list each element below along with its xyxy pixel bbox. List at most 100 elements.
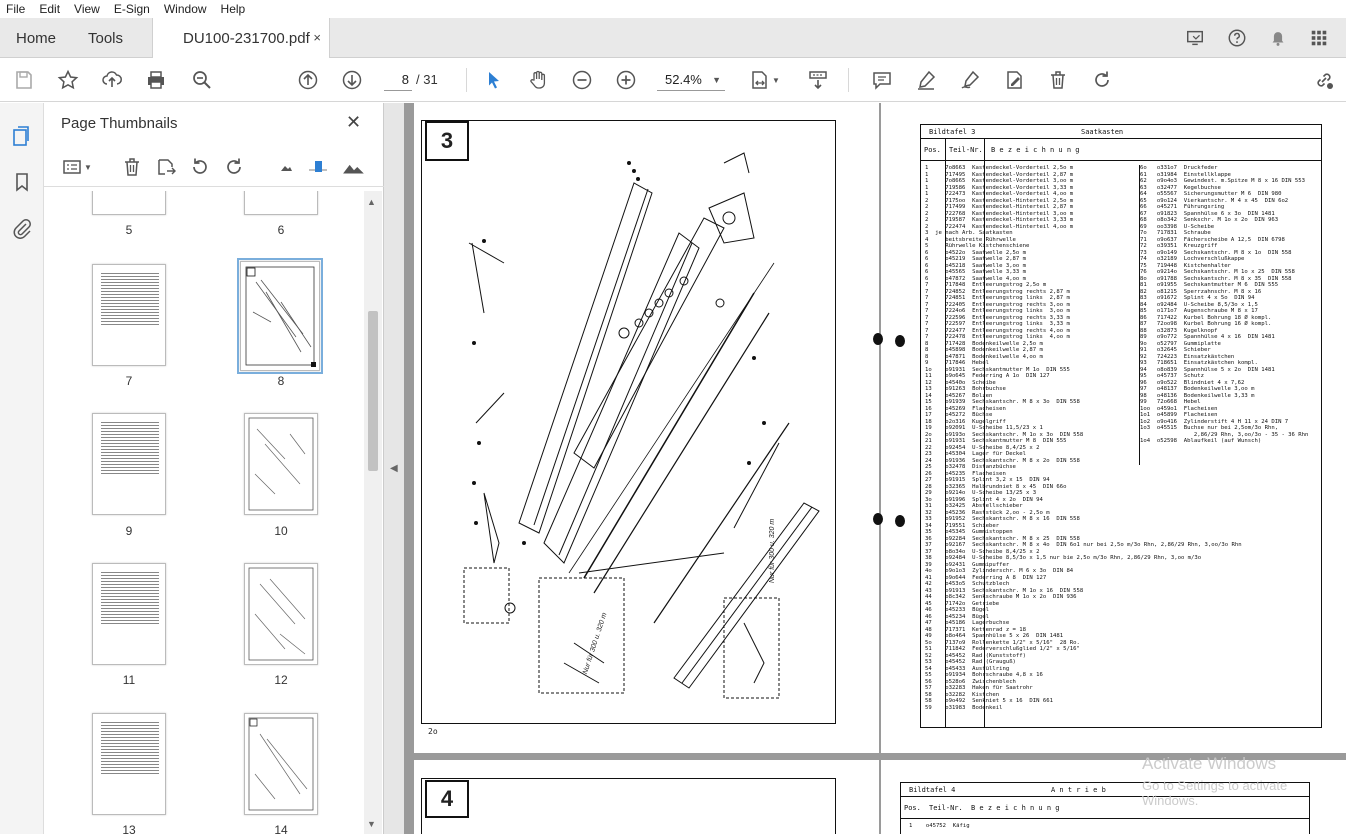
zoom-in-icon[interactable] — [614, 68, 638, 92]
share-link-icon[interactable] — [1312, 68, 1336, 92]
page-thumbnail[interactable] — [244, 191, 318, 215]
thumbnail-size-large-icon[interactable] — [342, 155, 366, 179]
punch-hole — [873, 333, 883, 345]
page-thumbnail[interactable] — [92, 264, 166, 366]
page-thumbnail[interactable] — [244, 713, 318, 815]
page-thumbnail-label: 9 — [125, 524, 133, 538]
rotate-clockwise-icon[interactable] — [222, 155, 246, 179]
attachment-icon[interactable] — [11, 217, 33, 239]
plate-title: A n t r i e b — [1051, 786, 1106, 794]
page-thumbnail-label: 14 — [274, 823, 288, 834]
col-pos: Pos. — [924, 146, 941, 154]
delete-icon[interactable] — [1046, 68, 1070, 92]
options-chevron-down-icon[interactable]: ▼ — [82, 155, 94, 179]
page-number-input[interactable]: 8 — [384, 69, 412, 91]
thumbnail-scrollbar[interactable]: ▲ ▼ — [364, 191, 382, 834]
collapse-panel-icon[interactable]: ◀ — [390, 463, 398, 474]
parts-table-column-header: Pos. Teil-Nr. B e z e i c h n u n g — [921, 139, 1321, 161]
star-icon[interactable] — [56, 68, 80, 92]
fit-page-icon[interactable] — [748, 68, 772, 92]
menu-file[interactable]: File — [6, 2, 25, 16]
page-thumbnail[interactable] — [92, 563, 166, 665]
plate-label: Bildtafel 3 — [929, 128, 976, 136]
navigation-rail — [0, 103, 44, 834]
scroll-mode-icon[interactable] — [806, 68, 830, 92]
drawing-side-note: Nur für 300 u. 320 m — [769, 518, 776, 583]
page-thumbnail[interactable] — [92, 413, 166, 515]
panel-title: Page Thumbnails — [61, 115, 178, 132]
page-thumbnail-label: 7 — [125, 374, 133, 388]
bookmark-icon[interactable] — [11, 171, 33, 193]
rotate-icon[interactable] — [1090, 68, 1114, 92]
print-icon[interactable] — [144, 68, 168, 92]
plate-title: Saatkasten — [1081, 128, 1124, 136]
scroll-down-icon[interactable]: ▼ — [367, 819, 376, 829]
zoom-out-icon[interactable] — [570, 68, 594, 92]
help-icon[interactable] — [1226, 27, 1248, 49]
scroll-up-icon[interactable]: ▲ — [367, 197, 376, 207]
windows-activation-watermark: Activate Windows — [1142, 754, 1277, 773]
scrollbar-thumb[interactable] — [368, 311, 378, 471]
menu-window[interactable]: Window — [164, 2, 207, 16]
pdf-page-next-left: 4 — [414, 760, 879, 834]
sign-icon[interactable] — [958, 68, 982, 92]
save-icon[interactable] — [12, 68, 36, 92]
pdf-page-left: 3 2o Nur für 300 u. 320 m Nur für 300 u.… — [414, 103, 879, 753]
rotate-counterclockwise-icon[interactable] — [188, 155, 212, 179]
highlight-icon[interactable] — [914, 68, 938, 92]
menu-view[interactable]: View — [74, 2, 100, 16]
plate-label: Bildtafel 4 — [909, 786, 956, 794]
page-thumbnail-label: 5 — [125, 223, 133, 237]
thumbnail-size-small-icon[interactable] — [274, 155, 298, 179]
page-thumbnail[interactable] — [92, 713, 166, 815]
cursor-icon[interactable] — [482, 68, 506, 92]
menu-edit[interactable]: Edit — [39, 2, 60, 16]
punch-hole — [895, 335, 905, 347]
panel-splitter[interactable]: ◀ — [384, 103, 404, 834]
page-thumbnails-icon[interactable] — [11, 125, 33, 147]
menu-esign[interactable]: E-Sign — [114, 2, 150, 16]
zoom-out-search-icon[interactable] — [190, 68, 214, 92]
page-footer-number: 2o — [428, 727, 438, 736]
zoom-level-select[interactable]: 52.4% ▼ — [657, 69, 725, 91]
plate-number: 4 — [425, 780, 469, 818]
apps-grid-icon[interactable] — [1308, 27, 1330, 49]
page-thumbnail-label: 10 — [274, 524, 288, 538]
main-toolbar: 8 / 31 52.4% ▼ ▼ — [0, 58, 1346, 102]
page-total: / 31 — [416, 72, 438, 87]
page-thumbnail-label: 12 — [274, 673, 288, 687]
prev-page-icon[interactable] — [296, 68, 320, 92]
parts-table: Bildtafel 3 Saatkasten Pos. Teil-Nr. B e… — [920, 124, 1322, 728]
hand-icon[interactable] — [526, 68, 550, 92]
thumbnail-list: 5 6 7 8 9 10 11 12 13 14 — [44, 191, 364, 834]
edit-icon[interactable] — [1002, 68, 1026, 92]
panel-close-icon[interactable]: ✕ — [346, 112, 361, 133]
share-screen-icon[interactable] — [1184, 27, 1206, 49]
col-description: B e z e i c h n u n g — [971, 804, 1060, 812]
notification-bell-icon[interactable] — [1267, 27, 1289, 49]
next-page-icon[interactable] — [340, 68, 364, 92]
extract-page-icon[interactable] — [154, 155, 178, 179]
upload-icon[interactable] — [100, 68, 124, 92]
page-thumbnail[interactable] — [244, 413, 318, 515]
page-thumbnail-selected[interactable] — [237, 258, 323, 374]
punch-hole — [895, 515, 905, 527]
thumbnail-options-icon[interactable] — [60, 155, 84, 179]
fit-dropdown-chevron-icon[interactable]: ▼ — [770, 68, 782, 92]
toolbar-divider — [466, 68, 467, 92]
page-thumbnail[interactable] — [244, 563, 318, 665]
comment-icon[interactable] — [870, 68, 894, 92]
tab-close-icon[interactable]: × — [313, 30, 321, 45]
page-thumbnail[interactable] — [92, 191, 166, 215]
zoom-level-value: 52.4% — [665, 72, 702, 87]
tab-document[interactable]: DU100-231700.pdf × — [152, 18, 330, 59]
menu-help[interactable]: Help — [221, 2, 246, 16]
thumbnail-size-slider[interactable] — [306, 155, 330, 179]
tab-home[interactable]: Home — [16, 18, 56, 58]
delete-page-icon[interactable] — [120, 155, 144, 179]
parts-rows-next: 1 o45752 Käfig — [909, 823, 970, 829]
document-view[interactable]: 3 2o Nur für 300 u. 320 m Nur für 300 u.… — [404, 103, 1346, 834]
drawing-frame — [421, 778, 836, 834]
parts-rows-right: 6o o331o7 Druckfeder 61 o31984 Einstellk… — [1139, 165, 1321, 465]
tab-tools[interactable]: Tools — [88, 18, 123, 58]
